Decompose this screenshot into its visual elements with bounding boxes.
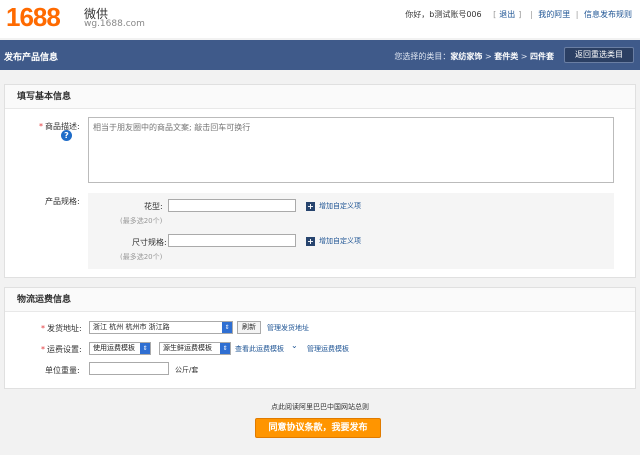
page-title: 发布产品信息 [4, 53, 59, 63]
logistics-title: 物流运费信息 [5, 288, 635, 312]
greeting: 你好，b测试账号006 [405, 10, 482, 19]
spec-area: 花型: (最多选20个) + 增加自定义项 尺寸规格: (最多选20个) + 增加自… [88, 193, 614, 269]
agreement-link[interactable]: 点此阅读阿里巴巴中国网站总则 [0, 402, 640, 412]
basic-info-title: 填写基本信息 [5, 85, 635, 109]
size-label: 尺寸规格: [132, 238, 167, 247]
ship-from-label: * 发货地址: [41, 323, 82, 334]
manage-address-link[interactable]: 管理发货地址 [267, 323, 309, 333]
add-custom-label: 增加自定义项 [319, 202, 361, 210]
freight-type-select[interactable]: 使用运费模板 ⇕ [89, 342, 151, 355]
weight-unit: 公斤/套 [175, 366, 199, 374]
pattern-input[interactable] [168, 199, 296, 212]
ship-from-label-text: 发货地址: [47, 324, 82, 333]
reselect-category-button[interactable]: 返回重选类目 [564, 47, 634, 63]
spec-label: 产品规格: [45, 197, 80, 206]
dropdown-arrow-icon: ⇕ [140, 343, 150, 354]
top-header: 1688 微供 wg.1688.com 你好，b测试账号006 [退出] | 我… [0, 0, 640, 38]
view-template-link[interactable]: 查看此运费模板 [235, 344, 284, 354]
required-mark: * [41, 324, 45, 333]
unit-weight-input[interactable] [89, 362, 169, 375]
required-mark: * [41, 345, 45, 354]
refresh-button[interactable]: 刷新 [237, 321, 261, 334]
crumb-prefix: 您选择的类目： [394, 52, 451, 61]
freight-label-text: 运费设置: [47, 345, 82, 354]
crumb-item: 家纺家饰 [450, 52, 483, 61]
logistics-panel: 物流运费信息 * 发货地址: 浙江 杭州 杭州市 浙江路 ⇕ 刷新 管理发货地址 *… [4, 287, 636, 389]
basic-info-panel: 填写基本信息 *商品描述: ? 产品规格: 花型: (最多选20个) + 增加自定… [4, 84, 636, 278]
ship-from-value: 浙江 杭州 杭州市 浙江路 [93, 323, 170, 331]
help-icon[interactable]: ? [61, 130, 72, 141]
freight-template-value: 源生鲜运费模板 [163, 344, 212, 352]
size-hint: (最多选20个) [120, 253, 163, 261]
chevron-down-icon[interactable]: ⌄ [291, 341, 298, 350]
dropdown-arrow-icon: ⇕ [222, 322, 232, 333]
logo-1688[interactable]: 1688 [6, 2, 61, 33]
bracket-open: [ [493, 10, 497, 19]
description-textarea[interactable] [88, 117, 614, 183]
add-pattern-option[interactable]: + 增加自定义项 [306, 201, 361, 211]
divider: | [529, 10, 533, 19]
bracket-close: ] [518, 10, 522, 19]
add-custom-label: 增加自定义项 [319, 237, 361, 245]
publish-rules-link[interactable]: 信息发布规则 [584, 10, 632, 19]
plus-icon: + [306, 236, 315, 246]
size-input[interactable] [168, 234, 296, 247]
required-mark: * [39, 122, 43, 131]
manage-template-link[interactable]: 管理运费模板 [307, 344, 349, 354]
freight-type-value: 使用运费模板 [93, 344, 135, 352]
plus-icon: + [306, 201, 315, 211]
logout-link[interactable]: 退出 [499, 10, 515, 19]
breadcrumb: 您选择的类目：家纺家饰 > 套件类 > 四件套 [394, 51, 554, 62]
crumb-sep: > [520, 52, 528, 61]
freight-template-select[interactable]: 源生鲜运费模板 ⇕ [159, 342, 231, 355]
desc-label: * 商品描述: [39, 121, 80, 132]
top-nav: 你好，b测试账号006 [退出] | 我的阿里 | 信息发布规则 [405, 9, 632, 20]
my-alibaba-link[interactable]: 我的阿里 [538, 10, 570, 19]
desc-label-text: 商品描述: [45, 122, 80, 131]
publish-button[interactable]: 同意协议条款，我要发布 [255, 418, 381, 438]
pattern-hint: (最多选20个) [120, 217, 163, 225]
crumb-item: 套件类 [494, 52, 519, 61]
crumb-item: 四件套 [530, 52, 554, 61]
title-bar: 发布产品信息 您选择的类目：家纺家饰 > 套件类 > 四件套 返回重选类目 [0, 40, 640, 70]
freight-label: * 运费设置: [41, 344, 82, 355]
weight-label: 单位重量: [45, 366, 80, 375]
divider: | [575, 10, 579, 19]
brand-url: wg.1688.com [84, 19, 145, 29]
ship-from-select[interactable]: 浙江 杭州 杭州市 浙江路 ⇕ [89, 321, 233, 334]
dropdown-arrow-icon: ⇕ [220, 343, 230, 354]
crumb-sep: > [484, 52, 492, 61]
pattern-label: 花型: [144, 202, 163, 211]
add-size-option[interactable]: + 增加自定义项 [306, 236, 361, 246]
